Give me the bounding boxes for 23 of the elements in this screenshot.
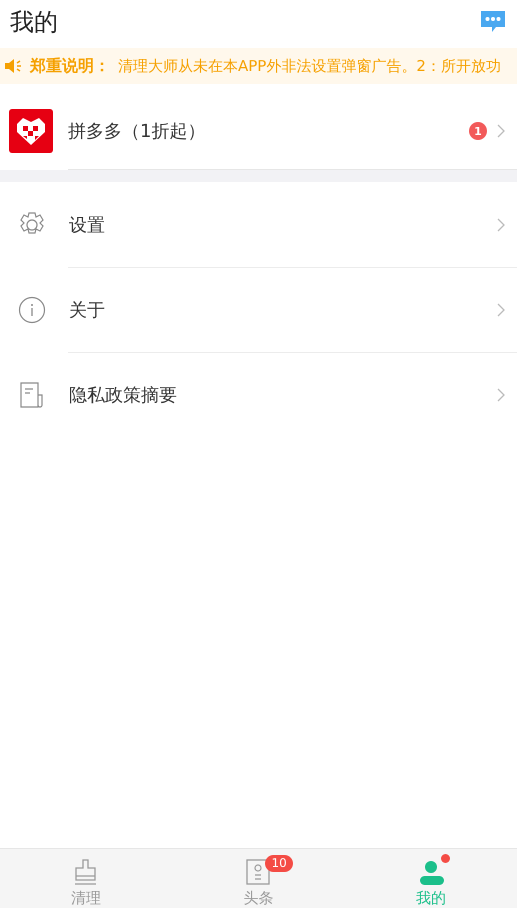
menu-label: 关于 [69,298,106,322]
speaker-icon [4,58,22,74]
tab[interactable]: 10 头条 [172,849,345,908]
notice-text: 清理大师从未在本APP外非法设置弹窗广告。2：所开放功 [118,56,501,76]
count-badge: 10 [265,855,293,872]
menu-item[interactable]: 隐私政策摘要 [0,352,517,437]
promo-label: 拼多多（1折起） [68,120,206,143]
heart-logo-icon [9,109,53,153]
promo-row[interactable]: 拼多多（1折起） 1 [0,92,517,170]
person-icon [418,858,444,886]
menu-label: 设置 [69,214,106,236]
notice-label: 郑重说明： [30,56,110,76]
page-title: 我的 [10,7,58,38]
menu-label: 隐私政策摘要 [69,384,178,406]
info-icon [18,296,46,324]
chevron-icon [497,124,505,138]
chevron-icon [497,218,505,232]
menu-item[interactable]: 设置 [0,182,517,267]
count-badge: 1 [469,122,487,140]
menu-item[interactable]: 关于 [0,267,517,352]
chevron-icon [497,302,505,316]
chevron-icon [497,388,505,402]
news-card-icon [246,858,270,886]
